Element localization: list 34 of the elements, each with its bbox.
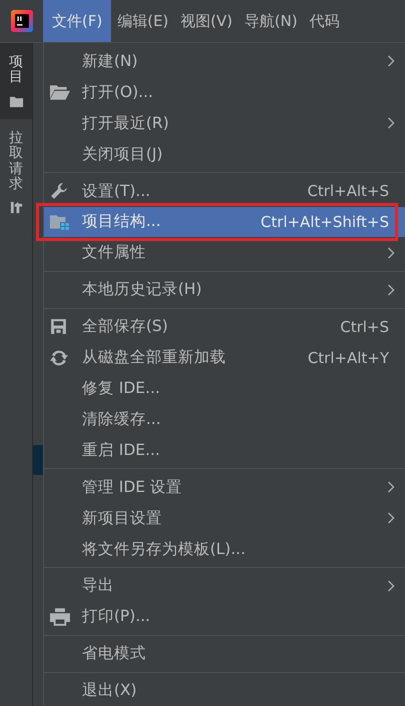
menu-item[interactable]: 管理 IDE 设置 [44,472,405,503]
menu-item[interactable]: 将文件另存为模板(L)... [44,534,405,564]
tool-window-tab[interactable]: 项目 [0,43,32,119]
menu-item[interactable]: 导出 [44,570,405,602]
menu-item[interactable]: 全部保存(S) Ctrl+S [44,311,405,342]
menu-item[interactable]: 文件属性 [44,237,405,268]
menu-bar-item[interactable]: 编辑(E) [111,0,175,42]
menu-item[interactable]: 修复 IDE... [44,373,405,404]
open-folder-icon [50,84,70,100]
reload-icon [50,348,68,367]
tool-window-tab[interactable]: 拉取请求 [0,118,32,226]
menu-bar-item[interactable]: 导航(N) [238,0,304,42]
menu-item[interactable]: 打印(P)... [44,601,405,632]
menu-item[interactable]: 退出(X) [44,675,405,706]
menu-item[interactable]: 新建(N) [44,46,405,77]
menu-bar-item[interactable]: 代码 [303,0,346,42]
menu-item[interactable]: 重启 IDE... [44,434,405,466]
menu-bar-item[interactable]: 文件(F) [43,0,112,42]
menu-item[interactable]: 本地历史记录(H) [44,274,405,306]
menu-item[interactable]: 新项目设置 [44,502,405,534]
menu-item[interactable]: 设置(T)... Ctrl+Alt+S [44,176,405,207]
app-logo-icon[interactable] [10,10,32,32]
pull-request-icon [8,200,24,216]
gutter-marker [33,445,43,475]
menu-item[interactable]: 关闭项目(J) [44,138,405,170]
menu-bar-item[interactable]: 视图(V) [174,0,238,42]
printer-icon [50,606,70,627]
menu-item[interactable]: 清除缓存... [44,404,405,435]
menu-item[interactable]: 省电模式 [44,638,405,670]
menu-item[interactable]: 从磁盘全部重新加载 Ctrl+Alt+Y [44,342,405,374]
wrench-icon [50,182,68,200]
folder-grid-icon [50,212,70,231]
menu-item[interactable]: 打开(O)... [44,76,405,108]
menu-item[interactable]: 打开最近(R) [44,108,405,139]
